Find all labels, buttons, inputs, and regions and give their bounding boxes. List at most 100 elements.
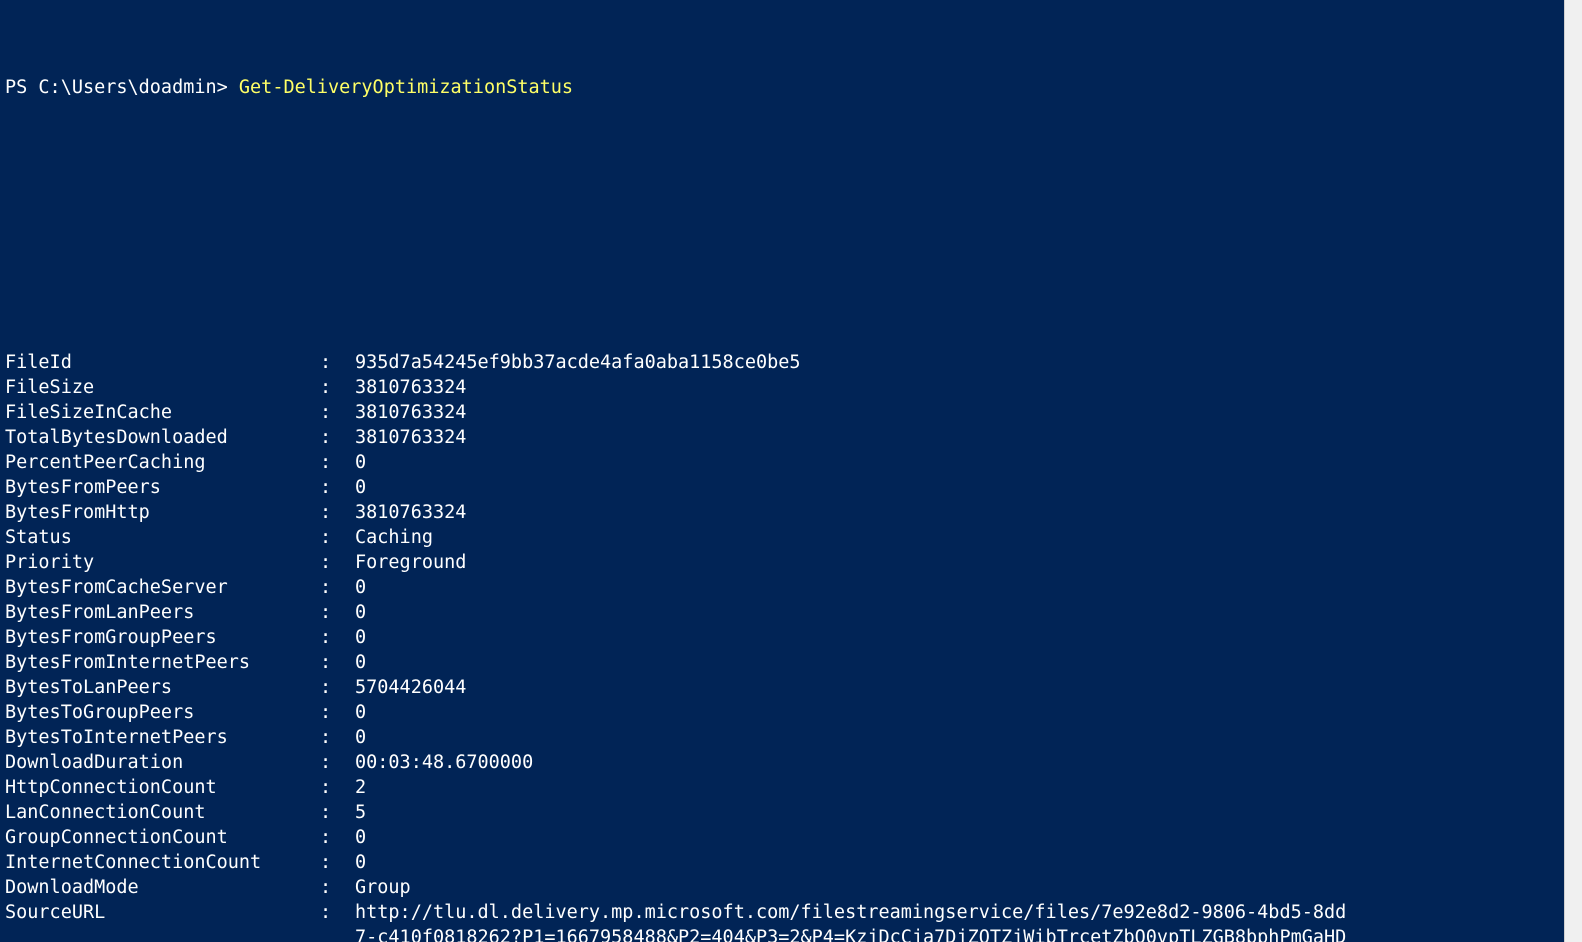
output-value: 00:03:48.6700000 [355, 750, 533, 775]
output-key: Status [5, 525, 320, 550]
vertical-scrollbar[interactable] [1564, 0, 1582, 942]
output-value: 5704426044 [355, 675, 466, 700]
output-value: 0 [355, 450, 366, 475]
output-value: 0 [355, 725, 366, 750]
output-row: SourceURL: http://tlu.dl.delivery.mp.mic… [5, 900, 1565, 925]
powershell-terminal[interactable]: PS C:\Users\doadmin> Get-DeliveryOptimiz… [0, 0, 1565, 942]
output-value: 0 [355, 625, 366, 650]
output-row: BytesToInternetPeers: 0 [5, 725, 1565, 750]
output-row: FileSize: 3810763324 [5, 375, 1565, 400]
output-separator: : [320, 350, 355, 375]
output-row-continuation: 7-c410f0818262?P1=1667958488&P2=404&P3=2… [5, 925, 1565, 942]
output-key: BytesFromHttp [5, 500, 320, 525]
output-value: 0 [355, 475, 366, 500]
output-value: 3810763324 [355, 375, 466, 400]
output-separator: : [320, 700, 355, 725]
output-value: 7-c410f0818262?P1=1667958488&P2=404&P3=2… [355, 925, 1346, 942]
output-value: Group [355, 875, 411, 900]
output-separator: : [320, 650, 355, 675]
output-key: BytesToInternetPeers [5, 725, 320, 750]
output-value: http://tlu.dl.delivery.mp.microsoft.com/… [355, 900, 1346, 925]
output-value: 3810763324 [355, 400, 466, 425]
output-separator: : [320, 750, 355, 775]
output-separator: : [320, 775, 355, 800]
output-row: BytesToGroupPeers: 0 [5, 700, 1565, 725]
output-separator: : [320, 450, 355, 475]
output-separator: : [320, 425, 355, 450]
output-key: FileSize [5, 375, 320, 400]
output-value: 935d7a54245ef9bb37acde4afa0aba1158ce0be5 [355, 350, 801, 375]
output-value: 3810763324 [355, 425, 466, 450]
output-key: BytesFromPeers [5, 475, 320, 500]
output-value: 0 [355, 825, 366, 850]
command-output: FileId: 935d7a54245ef9bb37acde4afa0aba11… [5, 350, 1565, 942]
output-key: LanConnectionCount [5, 800, 320, 825]
output-separator: : [320, 675, 355, 700]
output-key: BytesFromGroupPeers [5, 625, 320, 650]
output-row: BytesFromCacheServer: 0 [5, 575, 1565, 600]
output-separator: : [320, 825, 355, 850]
output-separator: : [320, 900, 355, 925]
output-key: TotalBytesDownloaded [5, 425, 320, 450]
output-row: HttpConnectionCount: 2 [5, 775, 1565, 800]
output-key: FileSizeInCache [5, 400, 320, 425]
output-row: Status: Caching [5, 525, 1565, 550]
output-key: SourceURL [5, 900, 320, 925]
output-row: BytesToLanPeers: 5704426044 [5, 675, 1565, 700]
output-value: 0 [355, 650, 366, 675]
output-row: GroupConnectionCount: 0 [5, 825, 1565, 850]
output-value: 0 [355, 850, 366, 875]
output-key: BytesFromInternetPeers [5, 650, 320, 675]
output-value: Foreground [355, 550, 466, 575]
output-key: Priority [5, 550, 320, 575]
output-separator: : [320, 500, 355, 525]
output-row: PercentPeerCaching: 0 [5, 450, 1565, 475]
output-separator: : [320, 600, 355, 625]
output-separator: : [320, 575, 355, 600]
output-value: 2 [355, 775, 366, 800]
output-key: DownloadDuration [5, 750, 320, 775]
output-separator: : [320, 375, 355, 400]
output-row: BytesFromHttp: 3810763324 [5, 500, 1565, 525]
blank-line [5, 175, 1565, 200]
output-key: BytesToLanPeers [5, 675, 320, 700]
output-key: HttpConnectionCount [5, 775, 320, 800]
output-row: TotalBytesDownloaded: 3810763324 [5, 425, 1565, 450]
output-key: GroupConnectionCount [5, 825, 320, 850]
output-separator: : [320, 475, 355, 500]
output-key: BytesToGroupPeers [5, 700, 320, 725]
output-separator: : [320, 800, 355, 825]
output-separator: : [320, 725, 355, 750]
prompt-prefix: PS C:\Users\doadmin> [5, 75, 239, 100]
output-row: FileId: 935d7a54245ef9bb37acde4afa0aba11… [5, 350, 1565, 375]
output-key: InternetConnectionCount [5, 850, 320, 875]
blank-line [5, 250, 1565, 275]
output-key: BytesFromLanPeers [5, 600, 320, 625]
output-row: LanConnectionCount: 5 [5, 800, 1565, 825]
output-row: DownloadDuration: 00:03:48.6700000 [5, 750, 1565, 775]
output-separator: : [320, 625, 355, 650]
output-row: BytesFromGroupPeers: 0 [5, 625, 1565, 650]
output-separator: : [320, 850, 355, 875]
output-separator: : [320, 550, 355, 575]
prompt-command: Get-DeliveryOptimizationStatus [239, 75, 573, 100]
output-key: DownloadMode [5, 875, 320, 900]
output-value: 0 [355, 575, 366, 600]
output-value: 0 [355, 700, 366, 725]
output-row: FileSizeInCache: 3810763324 [5, 400, 1565, 425]
prompt-line: PS C:\Users\doadmin> Get-DeliveryOptimiz… [5, 75, 1565, 100]
output-value: Caching [355, 525, 433, 550]
output-separator: : [320, 525, 355, 550]
output-row: InternetConnectionCount: 0 [5, 850, 1565, 875]
output-separator: : [320, 875, 355, 900]
output-separator: : [320, 400, 355, 425]
output-row: Priority: Foreground [5, 550, 1565, 575]
output-value: 5 [355, 800, 366, 825]
output-key: BytesFromCacheServer [5, 575, 320, 600]
output-key: PercentPeerCaching [5, 450, 320, 475]
output-row: BytesFromPeers: 0 [5, 475, 1565, 500]
output-value: 0 [355, 600, 366, 625]
output-row: BytesFromInternetPeers: 0 [5, 650, 1565, 675]
output-key: FileId [5, 350, 320, 375]
output-row: BytesFromLanPeers: 0 [5, 600, 1565, 625]
